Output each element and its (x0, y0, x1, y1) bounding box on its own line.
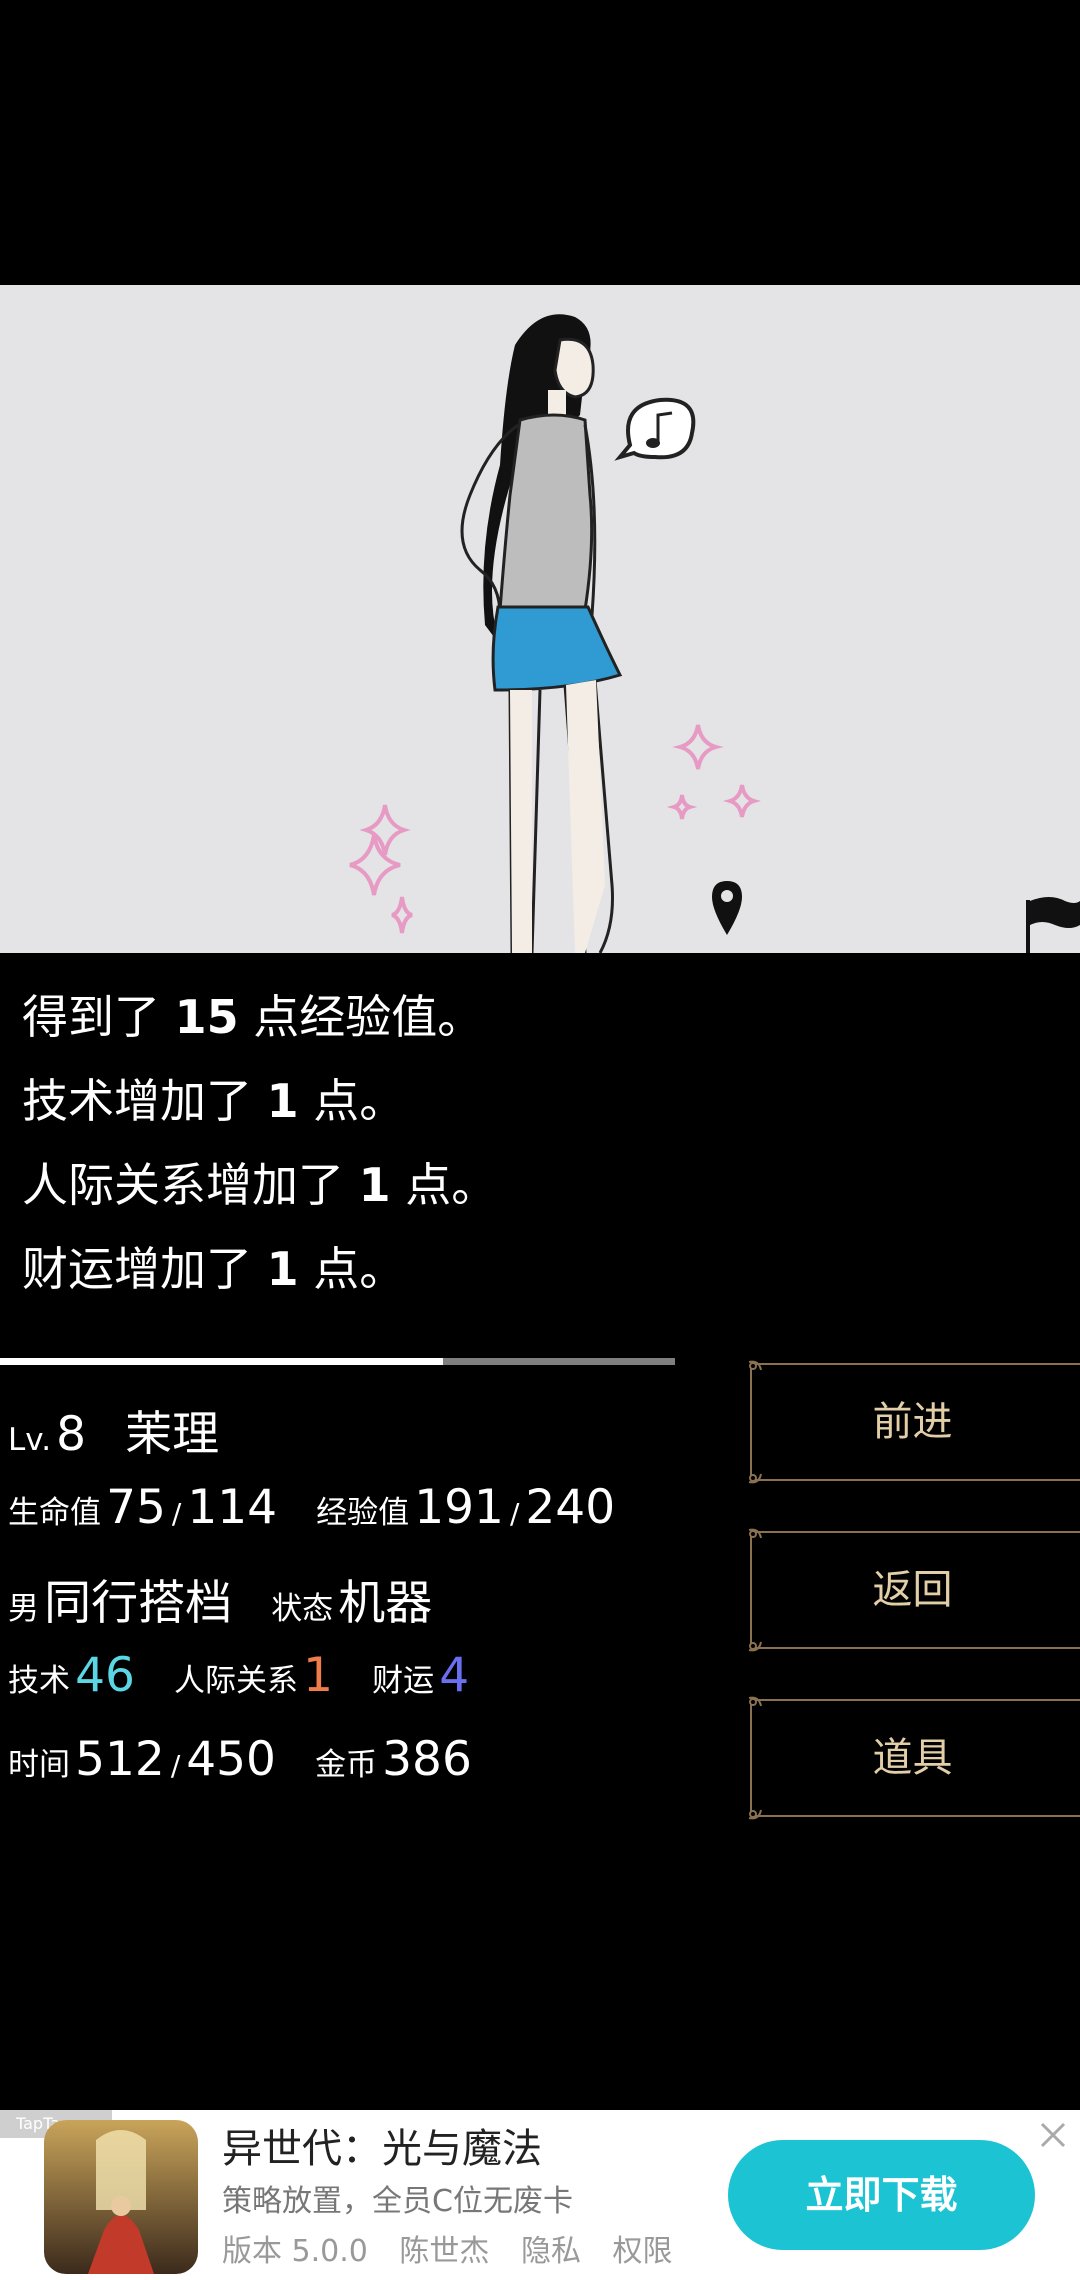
fortune-label: 财运 (372, 1663, 435, 1699)
time-label: 时间 (8, 1747, 70, 1783)
role: 同行搭档 (44, 1576, 233, 1631)
back-button[interactable]: 返回 (745, 1526, 1080, 1654)
fortune-value: 4 (439, 1648, 470, 1703)
character-illustration (460, 314, 623, 953)
ad-permissions-link[interactable]: 权限 (613, 2234, 673, 2269)
map-pin-icon (712, 881, 742, 935)
gold-value: 386 (382, 1732, 472, 1787)
skill-label: 技术 (8, 1663, 70, 1699)
log-line: 财运增加了 1 点。 (22, 1242, 406, 1296)
skill-value: 46 (75, 1648, 135, 1703)
ad-developer: 陈世杰 (399, 2234, 490, 2269)
log-line: 人际关系增加了 1 点。 (22, 1158, 498, 1212)
attributes-row: 技术 46 人际关系 1 财运 4 (8, 1648, 469, 1703)
hp-value: 75 (106, 1480, 166, 1535)
level-row: Lv. 8 茉理 (8, 1395, 219, 1464)
status-label: 状态 (271, 1591, 334, 1627)
ad-meta: 版本 5.0.0 陈世杰 隐私 权限 (222, 2226, 695, 2270)
items-label: 道具 (872, 1735, 953, 1781)
progress-bar (0, 1358, 675, 1365)
status-value: 机器 (338, 1576, 433, 1631)
ad-banner[interactable]: TapTap 异世代：光与魔法 策略放置，全员C位无废卡 版本 5.0.0 陈世… (0, 2110, 1080, 2280)
level-label: Lv. (8, 1422, 52, 1458)
progress-fill (0, 1358, 443, 1365)
sparkle-icon (349, 724, 761, 934)
ad-title: 异世代：光与魔法 (222, 2126, 542, 2172)
level-value: 8 (56, 1407, 87, 1462)
social-value: 1 (303, 1648, 333, 1703)
exp-label: 经验值 (316, 1495, 410, 1531)
log-line: 得到了 15 点经验值。 (22, 990, 484, 1044)
ad-description: 策略放置，全员C位无废卡 (222, 2184, 573, 2219)
app-icon[interactable] (44, 2120, 198, 2274)
back-label: 返回 (872, 1567, 953, 1613)
exp-max: 240 (525, 1480, 616, 1535)
gold-label: 金币 (315, 1747, 378, 1783)
hp-label: 生命值 (8, 1495, 101, 1531)
time-max: 450 (186, 1732, 276, 1787)
items-button[interactable]: 道具 (745, 1694, 1080, 1822)
time-gold-row: 时间 512/450 金币 386 (8, 1732, 472, 1787)
close-icon[interactable] (1036, 2118, 1070, 2152)
gender: 男 (8, 1591, 39, 1627)
download-button[interactable]: 立即下载 (728, 2140, 1035, 2250)
scene-illustration (349, 314, 1080, 953)
forward-button[interactable]: 前进 (745, 1358, 1080, 1486)
character-name: 茉理 (125, 1407, 220, 1462)
time-value: 512 (75, 1732, 165, 1787)
forward-label: 前进 (872, 1399, 953, 1445)
role-status-row: 男 同行搭档 状态 机器 (8, 1564, 432, 1633)
event-log: 得到了 15 点经验值。 技术增加了 1 点。 人际关系增加了 1 点。 财运增… (22, 975, 1062, 1311)
game-scene (0, 285, 1080, 953)
flag-icon (1026, 897, 1080, 953)
social-label: 人际关系 (174, 1663, 298, 1699)
exp-value: 191 (414, 1480, 504, 1535)
hp-max: 114 (187, 1480, 278, 1535)
log-line: 技术增加了 1 点。 (22, 1074, 406, 1128)
ad-version: 版本 5.0.0 (222, 2234, 368, 2269)
music-note-speech-bubble-icon (614, 397, 696, 461)
hp-exp-row: 生命值 75/114 经验值 191/240 (8, 1480, 616, 1535)
ad-privacy-link[interactable]: 隐私 (521, 2234, 581, 2269)
